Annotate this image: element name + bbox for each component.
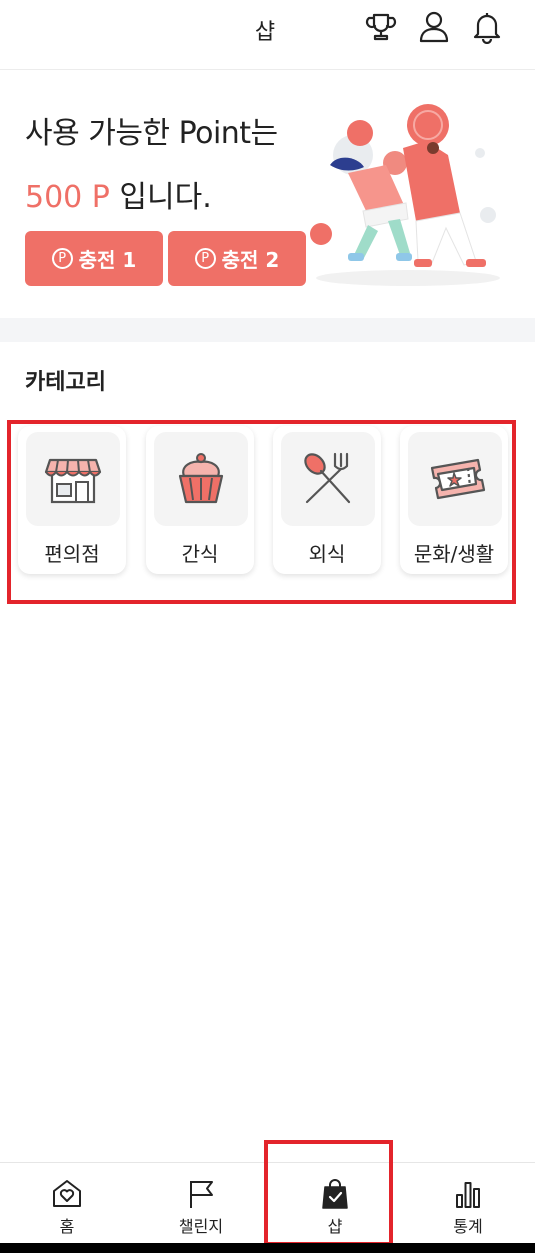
charge-2-button[interactable]: P 충전 2 [168, 231, 306, 286]
category-heading: 카테고리 [25, 370, 106, 395]
bell-icon[interactable] [470, 10, 504, 45]
points-suffix: 입니다. [109, 180, 212, 215]
happy-people-illustration [308, 93, 508, 293]
charge-1-label: 충전 1 [78, 248, 137, 272]
points-summary: 500 P 입니다. [25, 172, 212, 216]
profile-icon[interactable] [417, 10, 451, 44]
flag-icon [184, 1177, 218, 1211]
shop-highlight-box [264, 1140, 393, 1246]
nav-label: 챌린지 [178, 1217, 224, 1236]
points-panel: 사용 가능한 Point는 500 P 입니다. P 충전 1 P 충전 2 [0, 71, 535, 317]
trophy-icon[interactable] [364, 10, 398, 44]
section-divider [0, 318, 535, 342]
nav-label: 홈 [59, 1217, 75, 1236]
points-caption: 사용 가능한 Point는 [25, 116, 278, 151]
system-navigation-bar [0, 1243, 535, 1253]
point-coin-icon: P [51, 248, 73, 269]
nav-label: 통계 [453, 1217, 483, 1236]
charge-1-button[interactable]: P 충전 1 [25, 231, 163, 286]
points-value: 500 P [25, 180, 110, 215]
nav-item-stats[interactable]: 통계 [401, 1163, 535, 1243]
top-app-bar: 샵 [0, 0, 535, 70]
nav-item-challenge[interactable]: 챌린지 [134, 1163, 268, 1243]
bar-chart-icon [451, 1177, 485, 1211]
nav-item-home[interactable]: 홈 [0, 1163, 134, 1243]
category-highlight-box [7, 420, 516, 604]
charge-2-label: 충전 2 [221, 248, 280, 272]
page-title: 샵 [254, 20, 276, 45]
home-heart-icon [50, 1177, 84, 1211]
point-coin-icon: P [194, 248, 216, 269]
